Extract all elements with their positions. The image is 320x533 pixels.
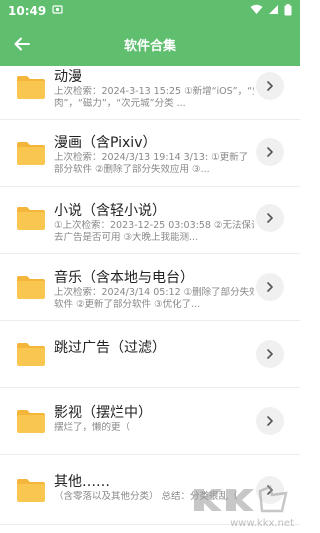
page-title: 软件合集 — [123, 38, 176, 54]
list-item[interactable]: 小说（含轻小说） ①上次检索：2023-12-25 03:03:58 ②无法保证… — [0, 187, 300, 254]
screenshot-notification-icon — [52, 4, 63, 18]
list-item[interactable]: 跳过广告（过滤） — [0, 321, 300, 388]
open-button[interactable] — [256, 204, 284, 232]
folder-icon — [17, 479, 45, 502]
status-time: 10:49 — [8, 4, 47, 18]
watermark: www.kkx.net — [182, 483, 294, 529]
chevron-right-icon — [267, 416, 273, 426]
list-item[interactable]: 影视（摆烂中） 摆烂了，懒的更（ — [0, 388, 300, 455]
item-desc-line2: 软件 ②更新了部分软件 ③优化了... — [54, 299, 201, 310]
item-title: 音乐（含本地与电台） — [54, 270, 194, 286]
chevron-right-icon — [267, 81, 273, 91]
signal-icon — [268, 4, 279, 18]
open-button[interactable] — [256, 138, 284, 166]
chevron-right-icon — [267, 349, 273, 359]
item-desc-line1: 上次检索：2024-3-13 15:25 ①新增“iOS”，“生 — [54, 86, 254, 97]
back-arrow-icon — [14, 37, 30, 51]
watermark-url: www.kkx.net — [230, 518, 294, 529]
open-button[interactable] — [256, 407, 284, 435]
list-item[interactable]: 音乐（含本地与电台） 上次检索：2024/3/14 05:12 ①删除了部分失效… — [0, 254, 300, 321]
item-desc-line1: 上次检索：2024/3/14 05:12 ①删除了部分失效 — [54, 287, 254, 298]
battery-icon — [284, 3, 292, 19]
status-bar: 10:49 — [0, 0, 300, 22]
item-desc-line2: 去广告是否可用 ③大晚上我能测... — [54, 232, 199, 243]
app-bar: 软件合集 — [0, 22, 300, 66]
back-button[interactable] — [8, 30, 36, 58]
open-button[interactable] — [256, 340, 284, 368]
chevron-right-icon — [267, 147, 273, 157]
item-title: 小说（含轻小说） — [54, 203, 166, 219]
folder-icon — [17, 276, 45, 299]
open-button[interactable] — [256, 72, 284, 100]
wifi-icon — [250, 4, 263, 18]
item-title: 跳过广告（过滤） — [54, 340, 166, 356]
folder-icon — [17, 410, 45, 433]
list-item[interactable]: 动漫 上次检索：2024-3-13 15:25 ①新增“iOS”，“生 肉”，“… — [0, 66, 300, 120]
category-list: 动漫 上次检索：2024-3-13 15:25 ①新增“iOS”，“生 肉”，“… — [0, 66, 300, 533]
list-item[interactable]: 漫画（含Pixiv） 上次检索：2024/3/13 19:14 3/13: ①更… — [0, 120, 300, 187]
item-title: 其他…… — [54, 474, 110, 490]
folder-icon — [17, 343, 45, 366]
item-desc-line1: 摆烂了，懒的更（ — [54, 422, 131, 433]
folder-icon — [17, 76, 45, 99]
item-desc-line2: 肉”，“磁力”，“次元城”分类 ... — [54, 98, 186, 109]
item-desc-line1: 上次检索：2024/3/13 19:14 3/13: ①更新了 — [54, 152, 249, 163]
open-button[interactable] — [256, 273, 284, 301]
item-title: 漫画（含Pixiv） — [54, 135, 157, 151]
item-desc-line1: ①上次检索：2023-12-25 03:03:58 ②无法保证 — [54, 220, 254, 231]
item-title: 影视（摆烂中） — [54, 405, 152, 421]
watermark-logo-icon — [194, 485, 288, 513]
item-title: 动漫 — [54, 69, 82, 85]
chevron-right-icon — [267, 213, 273, 223]
folder-icon — [17, 207, 45, 230]
item-desc-line2: 部分软件 ②删除了部分失效应用 ③... — [54, 164, 210, 175]
folder-icon — [17, 142, 45, 165]
chevron-right-icon — [267, 282, 273, 292]
